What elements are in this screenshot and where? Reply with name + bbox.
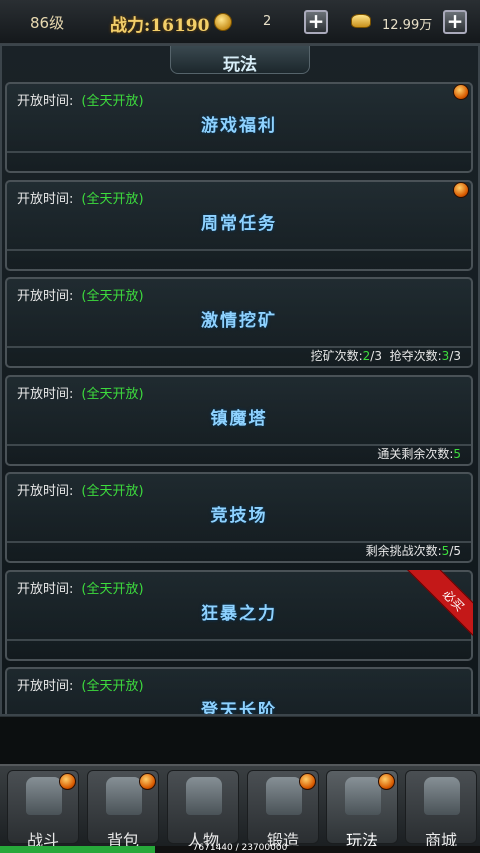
open-time: 开放时间: (全天开放)	[17, 191, 144, 207]
activity-name: 激情挖矿	[201, 311, 277, 331]
swords-icon	[26, 777, 62, 815]
card-footer	[7, 638, 471, 659]
top-status-bar: 86级 战力:16190 2 + 12.99万 +	[0, 0, 480, 44]
activity-name: 狂暴之力	[201, 603, 277, 624]
gold-amount: 12.99万	[382, 18, 433, 33]
coin-count: 2	[263, 14, 272, 29]
nav-button[interactable]: 背包	[87, 770, 159, 850]
experience-text: 7671440 / 23700000	[192, 843, 288, 853]
backpack-icon	[106, 777, 142, 815]
remaining-count: 通关剩余次数:5	[377, 446, 461, 461]
shop-icon	[424, 777, 460, 815]
activity-card[interactable]: 开放时间: (全天开放) 登天长阶	[5, 667, 473, 714]
open-time: 开放时间: (全天开放)	[17, 289, 144, 304]
notification-dot-icon	[453, 181, 469, 198]
activity-card[interactable]: 开放时间: (全天开放) 狂暴之力 必买	[5, 569, 473, 661]
activity-card[interactable]: 开放时间: (全天开放) 镇魔塔通关剩余次数:5	[5, 374, 473, 466]
chat-strip	[0, 716, 480, 764]
activity-list[interactable]: 开放时间: (全天开放) 游戏福利 开放时间: (全天开放) 周常任务 开放时间: (全天开放…	[5, 82, 475, 714]
open-time: 开放时间: (全天开放)	[17, 484, 144, 499]
panel-title: 玩法	[223, 55, 257, 75]
card-footer: 挖矿次数:2/3 抢夺次数:3/3	[7, 346, 471, 366]
experience-bar: 7671440 / 23700000	[0, 843, 480, 853]
nav-button[interactable]: 战斗	[7, 770, 79, 850]
activity-card[interactable]: 开放时间: (全天开放) 竞技场剩余挑战次数:5/5	[5, 472, 473, 563]
notification-dot-icon	[59, 773, 76, 790]
open-time: 开放时间: (全天开放)	[17, 581, 144, 597]
activity-name: 周常任务	[201, 213, 277, 234]
coin-icon	[214, 13, 232, 31]
nav-button[interactable]: 人物	[167, 770, 239, 850]
activity-name: 镇魔塔	[210, 408, 268, 429]
player-level: 86级	[30, 14, 65, 32]
card-footer	[7, 151, 471, 171]
winged-emblem-icon	[345, 777, 381, 815]
nav-button[interactable]: 玩法	[326, 770, 398, 850]
open-time: 开放时间: (全天开放)	[17, 94, 144, 109]
combat-power: 战力:16190	[110, 16, 210, 36]
helmet-icon	[186, 777, 222, 815]
anvil-icon	[266, 777, 302, 815]
card-footer: 通关剩余次数:5	[7, 443, 471, 464]
activity-card[interactable]: 开放时间: (全天开放) 周常任务	[5, 179, 473, 271]
add-gold-button[interactable]: +	[443, 10, 467, 34]
nav-button[interactable]: 商城	[405, 770, 477, 850]
activity-name: 登天长阶	[201, 701, 277, 714]
card-footer: 剩余挑战次数:5/5	[7, 541, 471, 561]
notification-dot-icon	[378, 773, 395, 790]
activity-name: 游戏福利	[201, 116, 277, 136]
open-time: 开放时间: (全天开放)	[17, 386, 144, 402]
remaining-count: 剩余挑战次数:5/5	[365, 544, 461, 558]
card-footer	[7, 248, 471, 269]
must-buy-ribbon: 必买	[403, 569, 473, 640]
remaining-count: 挖矿次数:2/3 抢夺次数:3/3	[310, 349, 461, 363]
open-time: 开放时间: (全天开放)	[17, 679, 144, 694]
notification-dot-icon	[453, 84, 469, 100]
notification-dot-icon	[299, 773, 316, 790]
activity-card[interactable]: 开放时间: (全天开放) 激情挖矿挖矿次数:2/3 抢夺次数:3/3	[5, 277, 473, 368]
nav-button[interactable]: 锻造	[247, 770, 319, 850]
activity-card[interactable]: 开放时间: (全天开放) 游戏福利	[5, 82, 473, 173]
bottom-navigation: 战斗 背包 人物 锻造 玩法 商城	[0, 764, 480, 850]
gold-ingot-icon	[351, 14, 371, 28]
add-coin-button[interactable]: +	[304, 10, 328, 34]
activity-name: 竞技场	[210, 506, 268, 526]
notification-dot-icon	[139, 773, 156, 790]
